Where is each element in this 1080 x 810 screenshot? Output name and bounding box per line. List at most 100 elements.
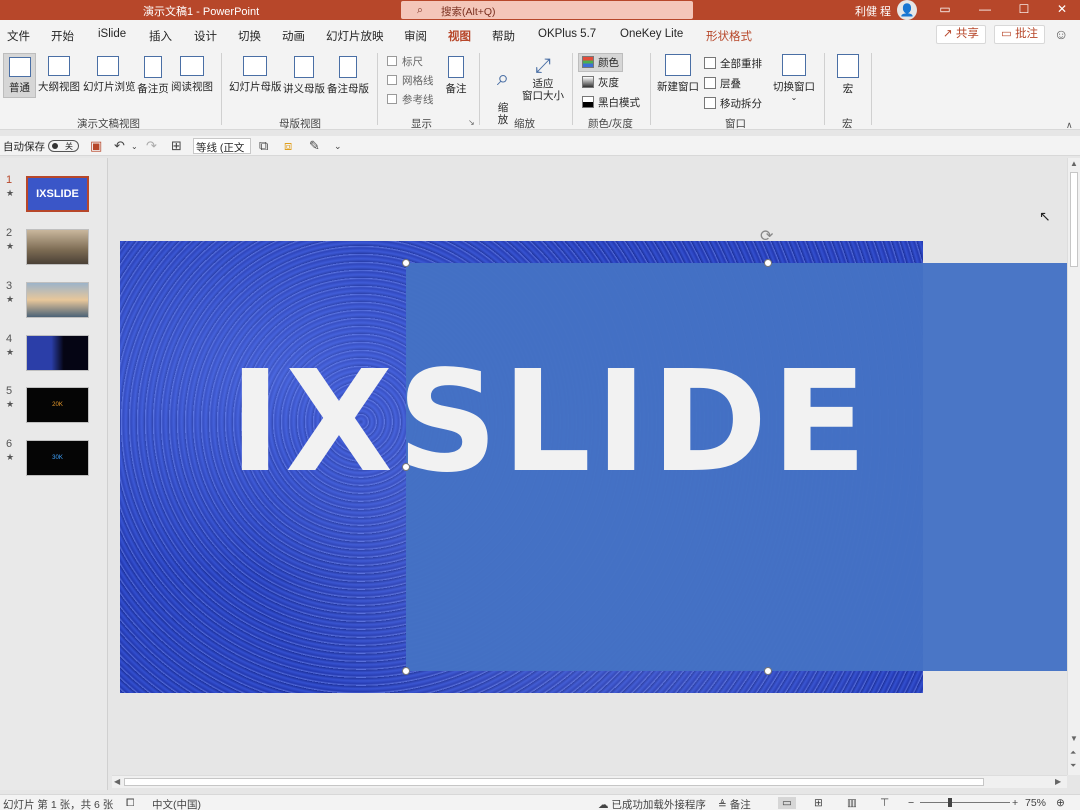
tab-help[interactable]: 帮助 <box>492 28 515 44</box>
zoom-slider[interactable] <box>920 802 1010 803</box>
slide-editing-canvas[interactable]: IXSLIDE ⟳ ↖ <box>109 158 1067 775</box>
move-split-button[interactable]: 移动拆分 <box>704 96 762 111</box>
dialog-launcher-icon[interactable]: ↘ <box>468 118 475 127</box>
user-name[interactable]: 利健 程 <box>855 3 891 19</box>
zoom-in-icon[interactable]: + <box>1012 797 1018 809</box>
resize-handle[interactable] <box>764 259 772 267</box>
tab-transitions[interactable]: 切换 <box>238 28 261 44</box>
tab-design[interactable]: 设计 <box>194 28 217 44</box>
resize-handle[interactable] <box>402 667 410 675</box>
share-button[interactable]: ↗ 共享 <box>936 25 986 44</box>
tab-home[interactable]: 开始 <box>51 28 74 44</box>
color-mode-button[interactable]: 颜色 <box>578 53 623 72</box>
guides-checkbox[interactable]: 参考线 <box>387 92 434 107</box>
language-indicator[interactable]: 中文(中国) <box>152 797 201 810</box>
ruler-checkbox[interactable]: 标尺 <box>387 54 423 69</box>
rotate-handle-icon[interactable]: ⟳ <box>760 226 773 246</box>
tab-review[interactable]: 审阅 <box>404 28 427 44</box>
resize-handle[interactable] <box>764 667 772 675</box>
vertical-scrollbar[interactable]: ▲ ▼ ⏶ ⏷ <box>1067 158 1080 775</box>
customize-qat-icon[interactable]: ⌄ <box>334 141 342 152</box>
slide-thumbnail-6[interactable]: 30K <box>26 440 89 476</box>
slide-master-button[interactable]: 幻灯片母版 <box>229 56 282 94</box>
tab-shape-format[interactable]: 形状格式 <box>706 28 752 44</box>
notes-page-button[interactable]: 备注页 <box>137 56 169 96</box>
zoom-level[interactable]: 75% <box>1025 797 1046 809</box>
notes-button[interactable]: ≜ 备注 <box>718 797 751 810</box>
zoom-slider-thumb[interactable] <box>948 798 952 807</box>
align-objects-icon[interactable]: ⧉ <box>259 138 268 154</box>
avatar[interactable]: 👤 <box>897 0 917 20</box>
tab-view[interactable]: 视图 <box>448 28 471 50</box>
search-box[interactable]: ⌕ 搜索(Alt+Q) <box>401 1 693 19</box>
bring-forward-icon[interactable]: ⧈ <box>284 138 292 154</box>
scroll-left-icon[interactable]: ◀ <box>114 777 120 786</box>
horizontal-scrollbar[interactable]: ◀ ▶ <box>112 775 1067 788</box>
scrollbar-thumb[interactable] <box>1070 172 1078 267</box>
font-name-field[interactable]: 等线 (正文 ⌄ <box>193 138 251 167</box>
reading-view-button[interactable]: 阅读视图 <box>171 56 213 94</box>
notes-toggle-button[interactable]: 备注 <box>441 56 471 96</box>
comment-button[interactable]: ▭ 批注 <box>994 25 1046 44</box>
normal-view-status-icon[interactable]: ▭ <box>778 797 796 809</box>
zoom-out-icon[interactable]: − <box>908 797 914 809</box>
outline-view-button[interactable]: 大纲视图 <box>38 56 80 94</box>
resize-handle[interactable] <box>402 463 410 471</box>
scroll-up-icon[interactable]: ▲ <box>1070 159 1078 168</box>
save-icon[interactable]: ▣ <box>90 138 102 154</box>
tab-okplus[interactable]: OKPlus 5.7 <box>538 28 596 40</box>
tab-onekey[interactable]: OneKey Lite <box>620 28 683 40</box>
arrange-all-button[interactable]: 全部重排 <box>704 56 762 71</box>
resize-handle[interactable] <box>402 259 410 267</box>
slide-title-text[interactable]: IXSLIDE <box>229 353 1032 493</box>
cascade-button[interactable]: 层叠 <box>704 76 741 91</box>
slideshow-status-icon[interactable]: ⊤ <box>880 797 889 809</box>
tab-file[interactable]: 文件 <box>7 28 30 44</box>
scroll-right-icon[interactable]: ▶ <box>1055 777 1061 786</box>
tab-insert[interactable]: 插入 <box>149 28 172 44</box>
autosave-toggle[interactable]: 关 <box>48 140 79 152</box>
slide-thumbnail-1[interactable]: IXSLIDE <box>26 176 89 212</box>
undo-icon[interactable]: ↶ <box>114 138 125 154</box>
maximize-icon[interactable]: ☐ <box>1014 2 1034 16</box>
slide-thumbnail-5[interactable]: 20K <box>26 387 89 423</box>
slide-thumbnail-4[interactable] <box>26 335 89 371</box>
thumbnail-caption: IXSLIDE <box>36 188 79 200</box>
fit-to-window-button[interactable]: ⤢ 适应 窗口大小 <box>520 54 566 102</box>
slide-thumbnail-3[interactable] <box>26 282 89 318</box>
grayscale-button[interactable]: 灰度 <box>582 75 619 90</box>
tab-slideshow[interactable]: 幻灯片放映 <box>326 28 384 44</box>
slide-sorter-status-icon[interactable]: ⊞ <box>814 797 823 809</box>
accessibility-icon[interactable]: ⧠ <box>126 797 134 810</box>
reading-view-status-icon[interactable]: ▥ <box>847 797 857 809</box>
tab-islide[interactable]: iSlide <box>98 28 126 40</box>
undo-dropdown-icon[interactable]: ⌄ <box>131 142 138 151</box>
feedback-icon[interactable]: ☺ <box>1054 26 1068 42</box>
scroll-down-icon[interactable]: ▼ <box>1070 734 1078 743</box>
group-label-macros: 宏 <box>842 118 853 130</box>
black-white-button[interactable]: 黑白模式 <box>582 95 640 110</box>
present-icon[interactable]: ⊞ <box>171 138 182 154</box>
scrollbar-thumb[interactable] <box>124 778 984 786</box>
switch-window-button[interactable]: 切换窗口 ⌄ <box>772 54 816 102</box>
redo-icon[interactable]: ↷ <box>146 138 157 154</box>
macros-button[interactable]: 宏 <box>834 54 862 96</box>
previous-slide-icon[interactable]: ⏶ <box>1070 748 1076 758</box>
minimize-icon[interactable]: — <box>975 2 995 16</box>
notes-master-button[interactable]: 备注母版 <box>327 56 369 96</box>
next-slide-icon[interactable]: ⏷ <box>1070 761 1076 771</box>
switch-window-icon <box>782 54 806 76</box>
handout-master-button[interactable]: 讲义母版 <box>283 56 325 96</box>
normal-view-button[interactable]: 普通 <box>3 53 36 98</box>
slide-thumbnail-2[interactable] <box>26 229 89 265</box>
fit-slide-icon[interactable]: ⊕ <box>1056 797 1065 809</box>
ribbon-display-icon[interactable]: ▭ <box>935 2 955 16</box>
slide-sorter-button[interactable]: 幻灯片浏览 <box>83 56 136 94</box>
gridlines-checkbox[interactable]: 网格线 <box>387 73 434 88</box>
gridlines-label: 网格线 <box>402 75 434 87</box>
format-painter-icon[interactable]: ✎ <box>309 138 320 154</box>
collapse-ribbon-icon[interactable]: ∧ <box>1066 120 1073 131</box>
tab-animations[interactable]: 动画 <box>282 28 305 44</box>
close-icon[interactable]: ✕ <box>1052 2 1072 16</box>
new-window-button[interactable]: 新建窗口 <box>656 54 700 94</box>
